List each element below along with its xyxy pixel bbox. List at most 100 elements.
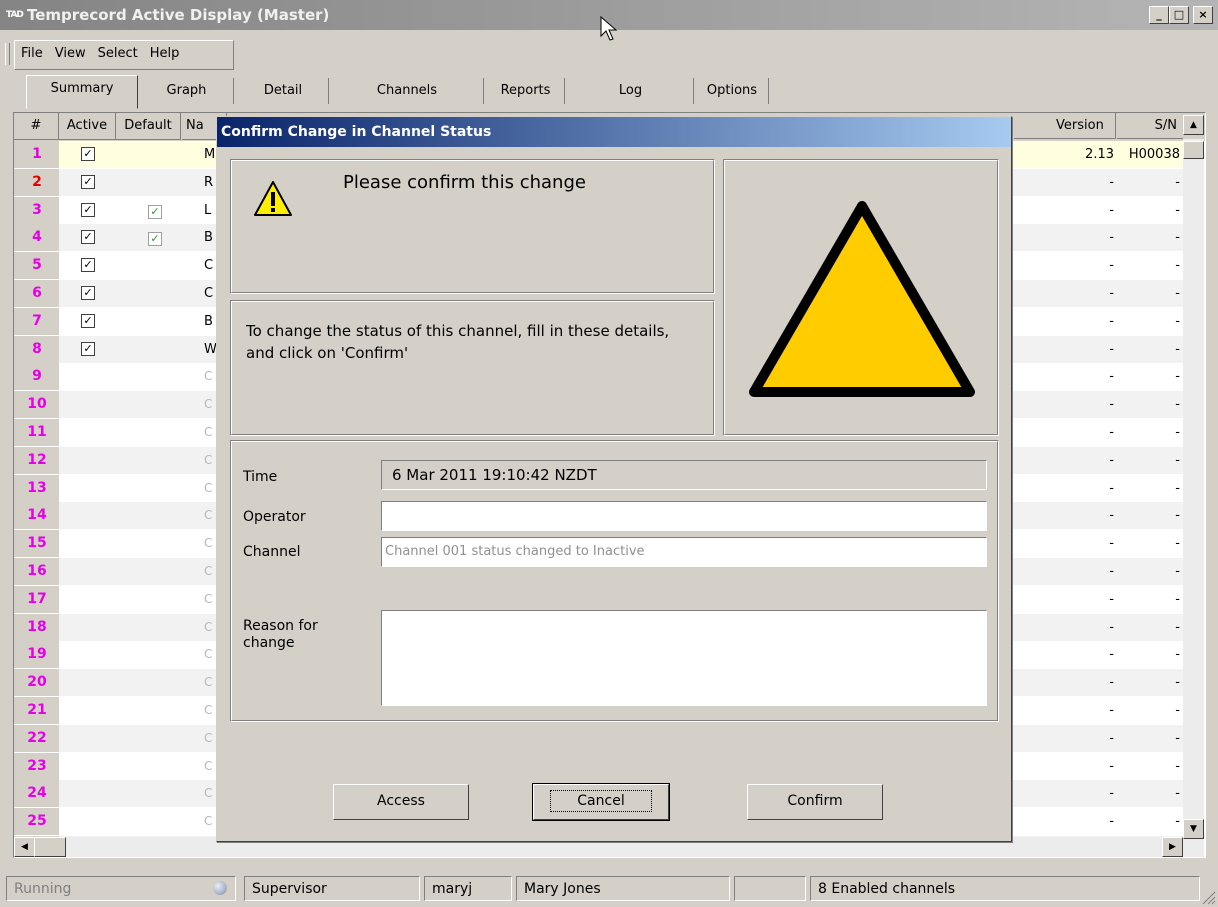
tab-reports[interactable]: Reports [487, 78, 565, 104]
row-number-text: 17 [27, 590, 47, 607]
minimize-button[interactable]: _ [1149, 6, 1169, 24]
channel-name: C [204, 730, 213, 745]
scroll-thumb[interactable] [1183, 141, 1204, 159]
serial-cell: - [1175, 619, 1180, 635]
serial-cell: - [1175, 730, 1180, 746]
vertical-scrollbar[interactable]: ▲ ▼ [1183, 115, 1204, 857]
time-label: Time [243, 469, 278, 485]
version-cell: - [1109, 758, 1114, 774]
channel-name: C [204, 675, 213, 690]
status-login: maryj [424, 876, 512, 901]
cancel-button[interactable]: Cancel [532, 783, 670, 821]
row-number: 4 [14, 224, 59, 252]
scroll-right-arrow-icon[interactable]: ▶ [1162, 837, 1183, 857]
resize-grip-icon[interactable] [1200, 889, 1216, 905]
scroll-down-arrow-icon[interactable]: ▼ [1183, 819, 1204, 839]
active-checkbox[interactable]: ✓ [81, 286, 95, 300]
active-checkbox[interactable]: ✓ [81, 341, 95, 356]
tab-summary[interactable]: Summary [26, 75, 138, 109]
tab-options[interactable]: Options [696, 78, 769, 104]
status-user: Mary Jones [516, 876, 730, 901]
channel-name: B [204, 313, 213, 329]
channel-name: R [204, 174, 214, 190]
row-number: 21 [14, 697, 59, 724]
menu-help[interactable]: Help [144, 41, 186, 67]
dialog-title[interactable]: Confirm Change in Channel Status [217, 117, 1011, 147]
row-number: 24 [14, 780, 59, 808]
row-number: 6 [14, 280, 59, 307]
default-checkbox[interactable]: ✓ [148, 232, 162, 247]
active-checkbox[interactable]: ✓ [81, 202, 95, 217]
active-checkbox[interactable]: ✓ [81, 258, 95, 273]
row-number: 9 [14, 363, 59, 391]
tab-detail[interactable]: Detail [238, 78, 329, 104]
default-checkbox[interactable]: ✓ [148, 204, 162, 219]
tab-channels[interactable]: Channels [331, 78, 484, 104]
serial-cell: - [1175, 508, 1180, 524]
header-default[interactable]: Default [116, 113, 181, 140]
row-number: 8 [14, 335, 59, 363]
row-number-text: 24 [27, 785, 47, 802]
channel-name: C [204, 397, 213, 412]
row-number: 11 [14, 419, 59, 446]
status-bar: Running Supervisor maryj Mary Jones 8 En… [0, 871, 1218, 907]
menu-select[interactable]: Select [92, 41, 144, 67]
header-serial[interactable]: S/N [1117, 113, 1183, 139]
row-number-text: 15 [27, 535, 47, 552]
serial-cell: - [1175, 758, 1180, 774]
channel-name: C [204, 814, 213, 829]
confirm-dialog: Confirm Change in Channel Status Please … [216, 116, 1012, 842]
version-cell: 2.13 [1085, 147, 1114, 162]
channel-name: C [204, 619, 213, 634]
header-number[interactable]: # [14, 113, 59, 140]
row-number-text: 20 [27, 674, 47, 691]
serial-cell: - [1175, 202, 1180, 218]
tab-log[interactable]: Log [568, 78, 694, 104]
confirm-button[interactable]: Confirm [747, 784, 883, 820]
channel-name: C [204, 258, 214, 274]
serial-cell: - [1175, 591, 1180, 607]
version-cell: - [1109, 230, 1114, 246]
access-button[interactable]: Access [333, 784, 469, 820]
maximize-button[interactable]: □ [1169, 6, 1189, 24]
row-number: 18 [14, 613, 59, 641]
version-cell: - [1109, 508, 1114, 524]
serial-cell: - [1175, 675, 1180, 691]
row-number: 3 [14, 196, 59, 224]
active-checkbox[interactable]: ✓ [81, 174, 95, 189]
version-cell: - [1109, 452, 1114, 468]
version-cell: - [1109, 536, 1114, 552]
row-number: 2 [14, 168, 59, 196]
header-active[interactable]: Active [59, 113, 116, 140]
version-cell: - [1109, 480, 1114, 496]
reason-textarea[interactable] [381, 610, 987, 706]
row-number-text: 4 [32, 229, 42, 246]
row-number-text: 11 [27, 424, 47, 440]
menu-bar: File View Select Help [5, 40, 234, 70]
active-checkbox[interactable]: ✓ [81, 230, 95, 245]
version-cell: - [1109, 425, 1114, 440]
menu-file[interactable]: File [15, 41, 49, 67]
channel-field: Channel 001 status changed to Inactive [381, 537, 987, 567]
row-number-text: 13 [27, 479, 47, 496]
channel-name: C [204, 508, 213, 523]
close-button[interactable]: × [1193, 6, 1213, 24]
row-number: 1 [14, 141, 59, 168]
hscroll-thumb[interactable] [34, 837, 66, 857]
active-checkbox[interactable]: ✓ [81, 147, 95, 161]
serial-cell: - [1175, 174, 1180, 190]
version-cell: - [1109, 703, 1114, 718]
version-cell: - [1109, 174, 1114, 190]
status-channels: 8 Enabled channels [810, 876, 1200, 901]
operator-input[interactable] [381, 501, 987, 531]
active-checkbox[interactable]: ✓ [81, 313, 95, 328]
scroll-left-arrow-icon[interactable]: ◀ [14, 837, 35, 857]
header-version[interactable]: Version [1014, 113, 1116, 139]
tab-graph[interactable]: Graph [140, 78, 234, 104]
serial-cell: - [1175, 313, 1180, 329]
row-number-text: 19 [27, 646, 47, 663]
scroll-up-arrow-icon[interactable]: ▲ [1183, 115, 1204, 135]
menu-view[interactable]: View [49, 41, 92, 67]
status-blank [734, 876, 806, 901]
channel-name: B [204, 230, 213, 246]
